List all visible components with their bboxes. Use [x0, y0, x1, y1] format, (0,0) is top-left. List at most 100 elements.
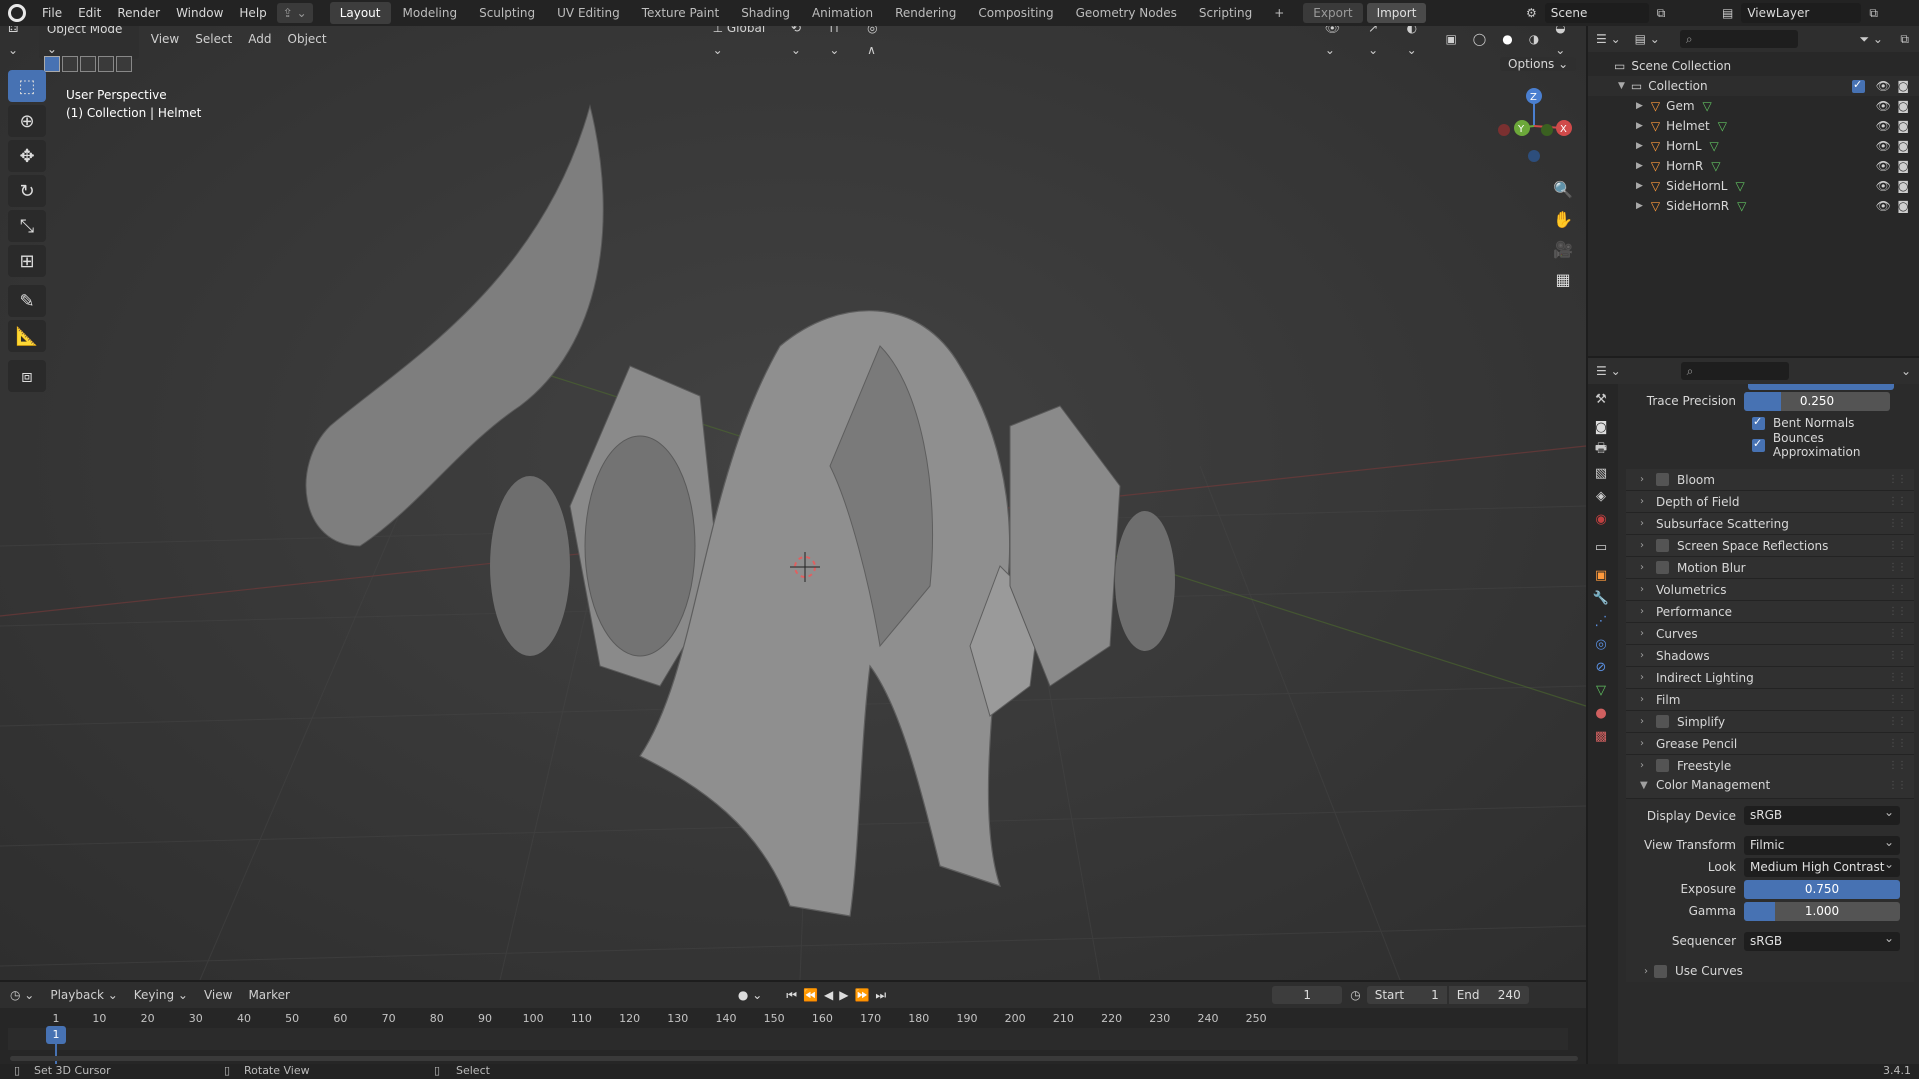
panel-section-header[interactable]: › Shadows ⋮⋮: [1626, 645, 1914, 667]
drag-grip-icon[interactable]: ⋮⋮: [1888, 474, 1907, 485]
menu-keying[interactable]: Keying ⌄: [126, 984, 196, 1006]
tool-tab-icon[interactable]: ⚒: [1588, 388, 1614, 410]
menu-marker[interactable]: Marker: [240, 984, 297, 1006]
mesh-data-icon[interactable]: ▽: [1711, 159, 1720, 173]
transform-tool-icon[interactable]: ⊞: [8, 245, 46, 277]
modifier-tab-icon[interactable]: 🔧: [1588, 587, 1614, 609]
visibility-eye-icon[interactable]: 👁: [1876, 139, 1891, 153]
panel-section-header[interactable]: › Performance ⋮⋮: [1626, 601, 1914, 623]
gizmo-toggle-icon[interactable]: ↗ ⌄: [1360, 26, 1398, 61]
color-management-header[interactable]: ▼ Color Management ⋮⋮: [1626, 772, 1914, 799]
bounces-approximation-checkbox[interactable]: [1752, 437, 1765, 452]
view-layer-icon[interactable]: ▤: [1722, 6, 1733, 20]
visibility-eye-icon[interactable]: 👁: [1876, 99, 1891, 113]
drag-grip-icon[interactable]: ⋮⋮: [1888, 716, 1907, 727]
drag-grip-icon[interactable]: ⋮⋮: [1888, 628, 1907, 639]
cursor-tool-icon[interactable]: ⊕: [8, 105, 46, 137]
menu-timeline-view[interactable]: View: [196, 984, 240, 1006]
tab-shading[interactable]: Shading: [731, 2, 800, 24]
preview-range-icon[interactable]: ◷: [1350, 988, 1360, 1002]
new-scene-icon[interactable]: ⧉: [1657, 6, 1666, 21]
trace-precision-field[interactable]: 0.250: [1744, 391, 1890, 411]
render-camera-icon[interactable]: ◙: [1897, 119, 1909, 133]
texture-tab-icon[interactable]: ▩: [1588, 725, 1614, 747]
shading-material-icon[interactable]: ◑: [1521, 28, 1547, 50]
expand-icon[interactable]: ▶: [1636, 141, 1643, 151]
select-box-tool-icon[interactable]: ⬚: [8, 70, 46, 102]
section-enable-checkbox[interactable]: [1656, 759, 1669, 772]
scene-icon[interactable]: ⚙: [1526, 6, 1537, 20]
world-tab-icon[interactable]: ◉: [1588, 508, 1614, 530]
visibility-icon[interactable]: 👁 ⌄: [1317, 26, 1360, 61]
drag-grip-icon[interactable]: ⋮⋮: [1888, 540, 1907, 551]
tab-texture-paint[interactable]: Texture Paint: [632, 2, 729, 24]
panel-section-header[interactable]: › Subsurface Scattering ⋮⋮: [1626, 513, 1914, 535]
view-layer-tab-icon[interactable]: ▧: [1588, 462, 1614, 484]
render-camera-icon[interactable]: ◙: [1897, 179, 1909, 193]
collection-expand-icon[interactable]: ▼: [1618, 81, 1625, 91]
drag-grip-icon[interactable]: ⋮⋮: [1888, 518, 1907, 529]
properties-editor-icon[interactable]: ☰ ⌄: [1596, 364, 1621, 378]
panel-section-header[interactable]: › Motion Blur ⋮⋮: [1626, 557, 1914, 579]
drag-grip-icon[interactable]: ⋮⋮: [1888, 562, 1907, 573]
render-camera-icon[interactable]: ◙: [1897, 159, 1909, 173]
panel-section-header[interactable]: › Screen Space Reflections ⋮⋮: [1626, 535, 1914, 557]
measure-tool-icon[interactable]: 📐: [8, 320, 46, 352]
bounces-approximation-row[interactable]: Bounces Approximation: [1626, 431, 1914, 459]
outliner-object-row[interactable]: ▶ ▽ HornL ▽ 👁 ◙: [1588, 136, 1919, 156]
mesh-data-icon[interactable]: ▽: [1710, 139, 1719, 153]
editor-type-icon[interactable]: ⚃ ⌄: [0, 26, 39, 61]
drag-grip-icon[interactable]: ⋮⋮: [1888, 650, 1907, 661]
menu-help[interactable]: Help: [231, 0, 274, 26]
material-tab-icon[interactable]: ●: [1588, 702, 1614, 724]
display-device-select[interactable]: sRGB: [1744, 803, 1900, 825]
bent-normals-checkbox[interactable]: [1752, 415, 1765, 430]
menu-file[interactable]: File: [34, 0, 70, 26]
mesh-data-icon[interactable]: ▽: [1737, 199, 1746, 213]
collection-visibility-icon[interactable]: 👁: [1876, 79, 1891, 93]
drag-grip-icon[interactable]: ⋮⋮: [1888, 738, 1907, 749]
view-transform-select[interactable]: Filmic: [1744, 833, 1900, 855]
drag-grip-icon[interactable]: ⋮⋮: [1888, 780, 1907, 791]
visibility-eye-icon[interactable]: 👁: [1876, 159, 1891, 173]
drag-grip-icon[interactable]: ⋮⋮: [1888, 694, 1907, 705]
scene-collection-row[interactable]: ▭ Scene Collection: [1588, 56, 1919, 76]
xray-icon[interactable]: ▣: [1437, 28, 1464, 50]
pan-hand-icon[interactable]: ✋: [1548, 204, 1578, 234]
section-enable-checkbox[interactable]: [1656, 539, 1669, 552]
render-camera-icon[interactable]: ◙: [1897, 139, 1909, 153]
save-icon[interactable]: ⇪ ⌄: [276, 3, 313, 23]
panel-section-header[interactable]: › Depth of Field ⋮⋮: [1626, 491, 1914, 513]
timeline-track[interactable]: 1 10 20 30 40 50 60 70 80 90 100 110 120 130 140 150 160…: [0, 1008, 1586, 1064]
timeline-editor-icon[interactable]: ◷ ⌄: [10, 988, 34, 1002]
tab-compositing[interactable]: Compositing: [968, 2, 1063, 24]
zoom-icon[interactable]: 🔍: [1548, 174, 1578, 204]
panel-section-header[interactable]: › Indirect Lighting ⋮⋮: [1626, 667, 1914, 689]
3d-viewport[interactable]: ⚃ ⌄ Object Mode ⌄ View Select Add Object…: [0, 26, 1586, 980]
sequencer-select[interactable]: sRGB: [1744, 929, 1900, 951]
collection-tab-icon[interactable]: ▭: [1588, 536, 1614, 558]
panel-section-header[interactable]: › Bloom ⋮⋮: [1626, 469, 1914, 491]
proportional-edit-icon[interactable]: ◎ ∧: [859, 26, 897, 61]
panel-section-header[interactable]: › Film ⋮⋮: [1626, 689, 1914, 711]
collection-exclude-checkbox[interactable]: [1852, 78, 1865, 93]
filter-icon[interactable]: ⏷ ⌄: [1860, 32, 1883, 47]
select-invert-icon[interactable]: [98, 56, 114, 72]
shading-solid-icon[interactable]: ●: [1494, 28, 1520, 50]
tab-scripting[interactable]: Scripting: [1189, 2, 1262, 24]
record-icon[interactable]: ● ⌄: [738, 988, 762, 1002]
options-button[interactable]: Options ⌄: [1500, 54, 1580, 74]
menu-select[interactable]: Select: [187, 28, 240, 50]
tab-animation[interactable]: Animation: [802, 2, 883, 24]
blender-logo-icon[interactable]: [8, 4, 26, 22]
menu-window[interactable]: Window: [168, 0, 231, 26]
outliner-editor-icon[interactable]: ☰ ⌄: [1596, 32, 1621, 46]
outliner-object-row[interactable]: ▶ ▽ Helmet ▽ 👁 ◙: [1588, 116, 1919, 136]
tab-layout[interactable]: Layout: [329, 2, 391, 24]
mode-select[interactable]: Object Mode ⌄: [38, 26, 139, 59]
output-tab-icon[interactable]: 🖶: [1588, 439, 1614, 461]
navigation-gizmo[interactable]: Z Y X: [1492, 82, 1576, 166]
tab-modeling[interactable]: Modeling: [393, 2, 468, 24]
physics-tab-icon[interactable]: ◎: [1588, 633, 1614, 655]
annotate-tool-icon[interactable]: ✎: [8, 285, 46, 317]
